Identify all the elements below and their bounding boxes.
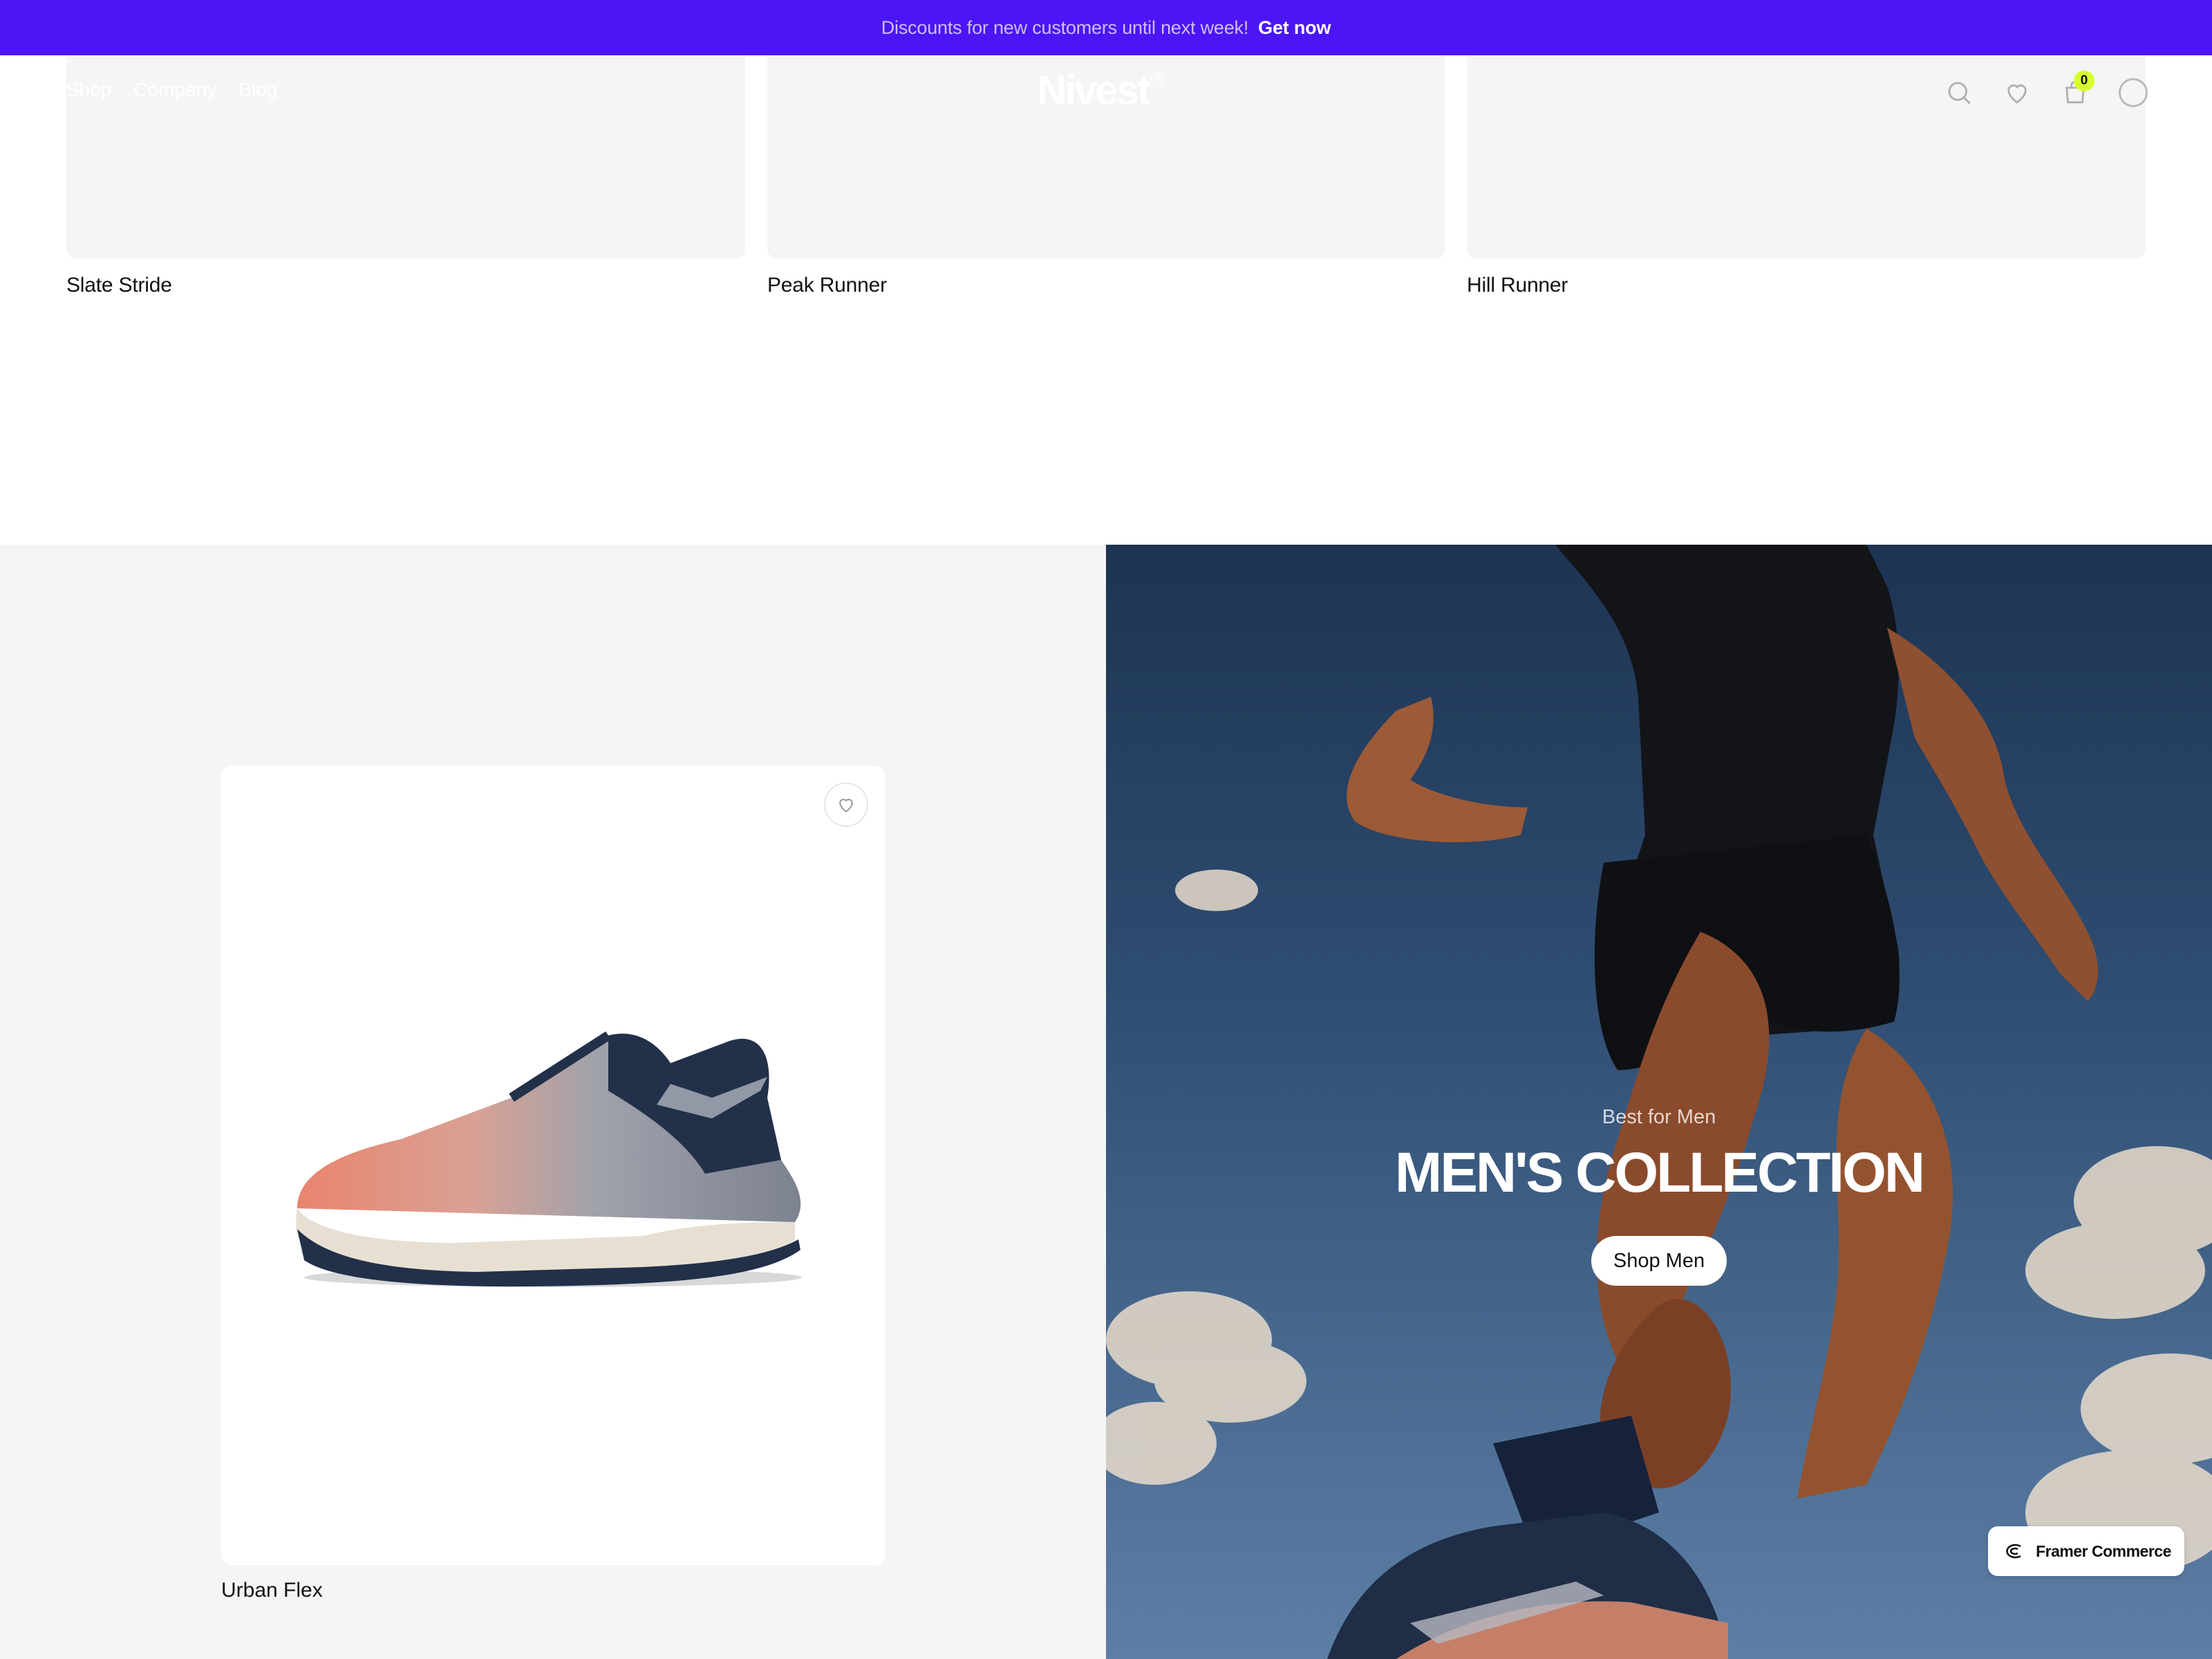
nav-link-blog[interactable]: Blog — [238, 79, 277, 101]
announcement-cta-link[interactable]: Get now — [1258, 17, 1331, 39]
logo-text: Nivest — [1037, 67, 1151, 113]
featured-product-card[interactable] — [221, 766, 885, 1565]
nav-link-company[interactable]: Company — [133, 79, 216, 101]
main-nav: Shop Company Blog — [66, 79, 277, 101]
wishlist-button[interactable] — [824, 782, 868, 827]
nav-link-shop[interactable]: Shop — [66, 79, 111, 101]
badge-label: Framer Commerce — [2036, 1541, 2171, 1560]
framer-commerce-logo-icon — [2006, 1544, 2021, 1559]
announcement-message: Discounts for new customers until next w… — [881, 17, 1249, 38]
shop-men-button[interactable]: Shop Men — [1591, 1236, 1727, 1286]
logo-registered-mark: ® — [1150, 69, 1165, 91]
hero-title: MEN'S COLLECTION — [1394, 1141, 1925, 1204]
sneaker-image — [296, 1031, 802, 1287]
avatar — [2119, 78, 2148, 107]
hero-kicker: Best for Men — [1602, 1106, 1716, 1128]
search-icon[interactable] — [1944, 77, 1974, 108]
account-icon[interactable] — [2118, 77, 2148, 108]
hero-banner-image — [1106, 545, 2212, 1659]
heart-icon — [839, 798, 853, 813]
header-actions: 0 — [1944, 71, 2148, 108]
site-logo[interactable]: Nivest ® — [1037, 66, 1165, 114]
product-title[interactable]: Hill Runner — [1467, 274, 1568, 297]
framer-commerce-badge[interactable]: Framer Commerce — [1988, 1526, 2184, 1576]
product-title[interactable]: Slate Stride — [66, 274, 172, 297]
runner-photo — [1106, 545, 2212, 1659]
bag-icon[interactable]: 0 — [2060, 71, 2094, 108]
heart-icon[interactable] — [2002, 77, 2032, 108]
product-title[interactable]: Urban Flex — [221, 1579, 323, 1602]
announcement-bar: Discounts for new customers until next w… — [0, 0, 2212, 55]
cart-count-badge: 0 — [2074, 71, 2094, 91]
product-title[interactable]: Peak Runner — [767, 274, 887, 297]
